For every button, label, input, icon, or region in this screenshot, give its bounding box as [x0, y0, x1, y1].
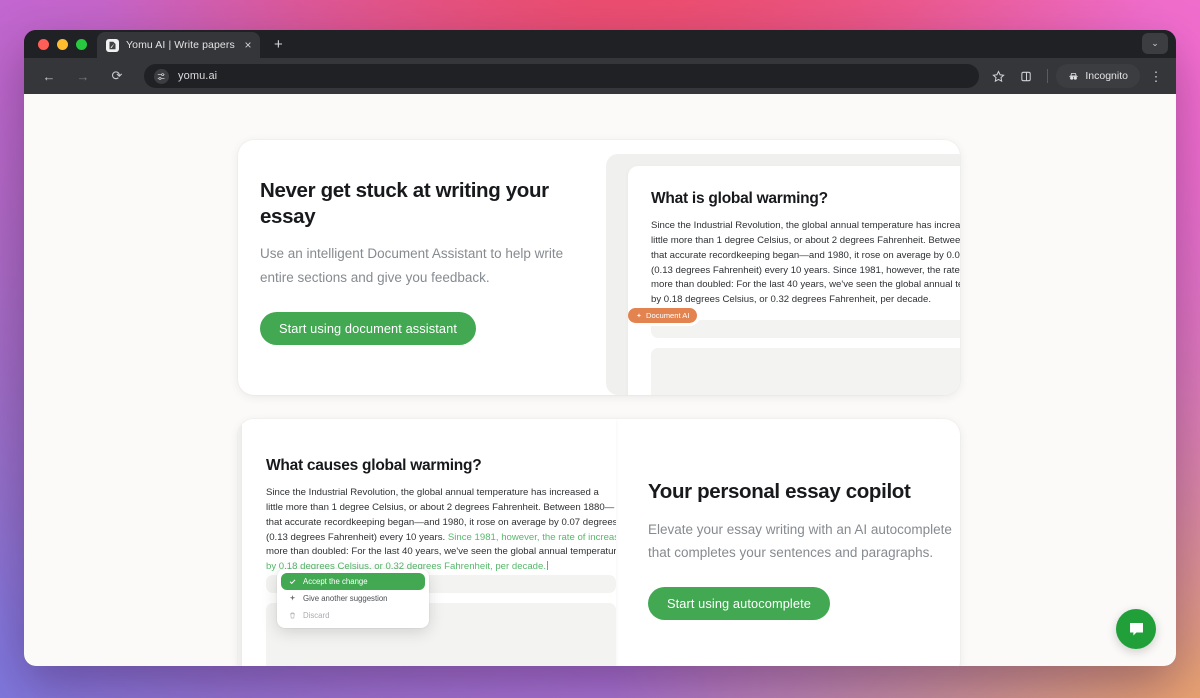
- back-button[interactable]: ←: [36, 63, 62, 89]
- tune-icon[interactable]: [154, 68, 169, 84]
- sparkle-icon: [288, 595, 296, 602]
- status-badge: Document AI: [628, 308, 698, 324]
- tab-strip: Yomu AI | Write papers and e × + ⌄: [24, 30, 1176, 58]
- preview-document: What is global warming? Since the Indust…: [628, 166, 960, 395]
- tab-title: Yomu AI | Write papers and e: [126, 39, 235, 51]
- forward-button[interactable]: →: [70, 63, 96, 89]
- chat-widget-button[interactable]: [1116, 609, 1156, 649]
- reload-button[interactable]: ⟳: [104, 63, 130, 89]
- start-autocomplete-button[interactable]: Start using autocomplete: [648, 586, 830, 620]
- document-line: Since the Industrial Revolution, the glo…: [651, 220, 960, 231]
- toolbar-actions: Incognito ⋮: [985, 63, 1166, 89]
- minimize-window-button[interactable]: [57, 38, 68, 50]
- document-line: (0.13 degrees Fahrenheit) every 10 years…: [651, 264, 960, 276]
- page-viewport: Never get stuck at writing your essay Us…: [24, 94, 1176, 666]
- document-line: little more than 1 degree Celsius, or ab…: [651, 234, 960, 246]
- suggestion-context-menu[interactable]: Accept the change Give another suggestio…: [277, 569, 429, 628]
- trash-icon: [288, 612, 296, 619]
- document-pencil-icon: [106, 38, 119, 52]
- autocomplete-pitch: Your personal essay copilot Elevate your…: [616, 419, 960, 666]
- discard-menu-item[interactable]: Discard: [281, 607, 425, 624]
- chat-bubble-icon: [1129, 622, 1143, 636]
- document-line: (0.13 degrees Fahrenheit) every 10 years…: [266, 531, 616, 546]
- page-title: Never get stuck at writing your essay: [260, 179, 549, 228]
- incognito-indicator[interactable]: Incognito: [1056, 64, 1140, 88]
- browser-menu-button[interactable]: ⋮: [1146, 70, 1166, 83]
- split-tab-icon[interactable]: [1013, 63, 1039, 89]
- document-line: Since the Industrial Revolution, the glo…: [266, 487, 599, 498]
- incognito-hat-icon: [1069, 72, 1079, 80]
- document-assistant-pitch: Never get stuck at writing your essay Us…: [238, 140, 606, 395]
- window-traffic-lights: [36, 30, 97, 58]
- maximize-window-button[interactable]: [76, 38, 87, 50]
- address-bar[interactable]: yomu.ai: [144, 64, 980, 88]
- close-window-button[interactable]: [38, 38, 49, 50]
- autocomplete-description: Elevate your essay writing with an AI au…: [648, 521, 952, 561]
- document-line: more than doubled: For the last 40 years…: [651, 279, 960, 291]
- ai-suggestion-text: Since 1981, however, the rate of increas…: [447, 531, 616, 543]
- document-skeleton-block: [651, 348, 960, 395]
- document-title: What is global warming?: [651, 190, 828, 207]
- document-line: that accurate recordkeeping began—and 19…: [266, 516, 616, 528]
- chevron-down-icon[interactable]: ⌄: [1142, 33, 1168, 54]
- status-badge-label: Document AI: [646, 311, 690, 321]
- toolbar-divider: [1047, 69, 1049, 83]
- another-suggestion-menu-item[interactable]: Give another suggestion: [281, 590, 425, 607]
- browser-tab[interactable]: Yomu AI | Write papers and e ×: [97, 32, 260, 58]
- address-bar-url: yomu.ai: [178, 70, 218, 82]
- close-icon[interactable]: ×: [242, 39, 254, 51]
- document-line: little more than 1 degree Celsius, or ab…: [266, 501, 615, 513]
- document-line: by 0.18 degrees Celsius, or 0.32 degrees…: [651, 294, 931, 306]
- autocomplete-card: What causes global warming? Since the In…: [238, 419, 960, 666]
- incognito-label: Incognito: [1085, 70, 1128, 82]
- star-icon[interactable]: [985, 63, 1011, 89]
- document-line: that accurate recordkeeping began—and 19…: [651, 249, 960, 261]
- document-assistant-card: Never get stuck at writing your essay Us…: [238, 140, 960, 395]
- document-skeleton-line: [651, 320, 960, 338]
- new-tab-button[interactable]: +: [274, 37, 283, 52]
- preview-document: What causes global warming? Since the In…: [242, 419, 616, 666]
- accept-change-menu-item[interactable]: Accept the change: [281, 573, 425, 590]
- check-icon: [288, 578, 296, 585]
- browser-toolbar: ← → ⟳ yomu.ai Incognito ⋮: [24, 58, 1176, 94]
- start-document-assistant-button[interactable]: Start using document assistant: [260, 311, 476, 345]
- document-title: What causes global warming?: [266, 457, 482, 474]
- autocomplete-preview: What causes global warming? Since the In…: [238, 419, 616, 666]
- section-title: Your personal essay copilot: [648, 480, 911, 503]
- document-line-text: (0.13 degrees Fahrenheit) every 10 years…: [266, 531, 448, 543]
- document-assistant-description: Use an intelligent Document Assistant to…: [260, 246, 564, 285]
- sparkle-icon: [636, 312, 642, 318]
- text-cursor: [547, 561, 548, 571]
- ai-suggestion-text: more than doubled: For the last 40 years…: [266, 546, 616, 558]
- document-body: Since the Industrial Revolution, the glo…: [266, 486, 616, 575]
- document-body: Since the Industrial Revolution, the glo…: [651, 219, 960, 308]
- another-suggestion-label: Give another suggestion: [303, 594, 388, 603]
- document-assistant-preview: What is global warming? Since the Indust…: [606, 140, 960, 395]
- browser-window: Yomu AI | Write papers and e × + ⌄ ← → ⟳…: [24, 30, 1176, 666]
- discard-label: Discard: [303, 611, 330, 620]
- accept-change-label: Accept the change: [303, 577, 368, 586]
